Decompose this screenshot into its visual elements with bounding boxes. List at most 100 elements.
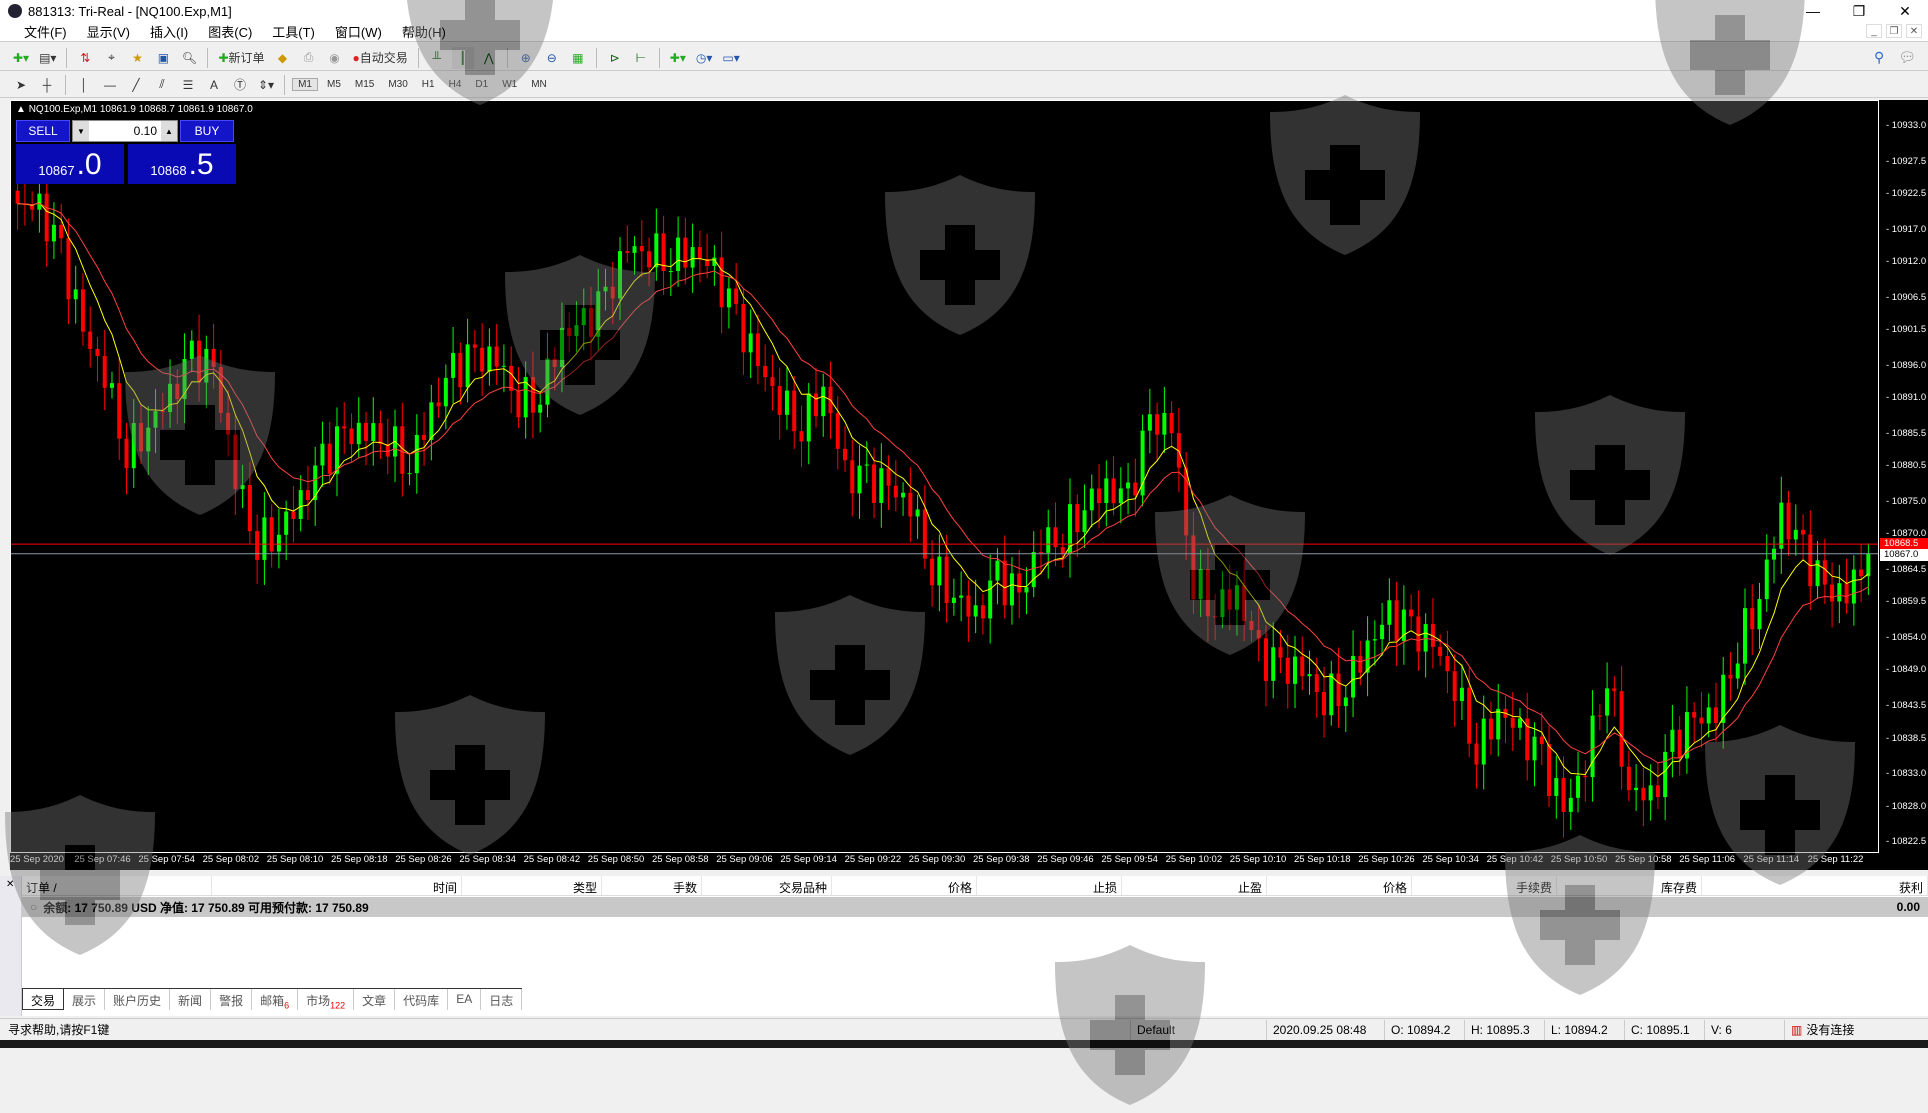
col-volume[interactable]: 手数 xyxy=(602,876,702,895)
signals-icon[interactable]: ◉ xyxy=(324,47,346,69)
tab-account-history[interactable]: 账户历史 xyxy=(105,989,171,1010)
restore-button[interactable]: ❐ xyxy=(1836,0,1882,22)
col-commission[interactable]: 手续费 xyxy=(1412,876,1557,895)
menu-insert[interactable]: 插入(I) xyxy=(140,22,198,41)
tile-windows-icon[interactable]: ▦ xyxy=(567,47,589,69)
timeframe-h1[interactable]: H1 xyxy=(417,79,440,90)
tab-journal[interactable]: 日志 xyxy=(481,989,523,1010)
indicators-icon[interactable]: ✚▾ xyxy=(667,47,689,69)
cursor-icon[interactable]: ➤ xyxy=(10,74,32,96)
timeframe-h4[interactable]: H4 xyxy=(444,79,467,90)
menu-help[interactable]: 帮助(H) xyxy=(392,22,456,41)
sell-price-box[interactable]: 10867.0 xyxy=(16,144,124,184)
col-profit[interactable]: 获利 xyxy=(1702,876,1928,895)
buy-price-box[interactable]: 10868.5 xyxy=(128,144,236,184)
crosshair-icon[interactable]: ┼ xyxy=(36,74,58,96)
tab-news[interactable]: 新闻 xyxy=(170,989,212,1010)
col-take-profit[interactable]: 止盈 xyxy=(1122,876,1267,895)
child-minimize-button[interactable]: _ xyxy=(1866,24,1882,38)
search-icon[interactable]: ⚲ xyxy=(1874,49,1884,66)
tab-trade[interactable]: 交易 xyxy=(22,989,65,1010)
col-order[interactable]: 订单 / xyxy=(22,876,212,895)
templates-icon[interactable]: ▭▾ xyxy=(719,47,742,69)
chat-icon[interactable]: 💬︎ xyxy=(1898,49,1916,66)
candle-body xyxy=(472,344,477,348)
timeframe-w1[interactable]: W1 xyxy=(497,79,522,90)
candle-body xyxy=(770,377,775,387)
text-icon[interactable]: A xyxy=(203,74,225,96)
timeframe-d1[interactable]: D1 xyxy=(470,79,493,90)
data-window-icon[interactable]: ⌖ xyxy=(100,47,122,69)
line-chart-icon[interactable]: ⋀ xyxy=(478,47,500,69)
menu-tools[interactable]: 工具(T) xyxy=(262,22,325,41)
price-chart[interactable]: ▲ NQ100.Exp,M1 10861.9 10868.7 10861.9 1… xyxy=(10,100,1928,870)
auto-scroll-icon[interactable]: ⊳ xyxy=(604,47,626,69)
arrows-icon[interactable]: ⇕▾ xyxy=(255,74,277,96)
candle-body xyxy=(1293,656,1297,684)
col-type[interactable]: 类型 xyxy=(462,876,602,895)
col-price[interactable]: 价格 xyxy=(832,876,977,895)
equidistant-channel-icon[interactable]: ⫽ xyxy=(151,74,173,96)
print-icon[interactable]: ⎙ xyxy=(298,47,320,69)
child-restore-button[interactable]: ❐ xyxy=(1886,24,1902,38)
lot-decrease-icon[interactable]: ▼ xyxy=(73,121,89,141)
connection-status[interactable]: ▥ 没有连接 xyxy=(1784,1019,1924,1040)
text-label-icon[interactable]: Ⓣ xyxy=(229,74,251,96)
auto-trading-button[interactable]: ● 自动交易 xyxy=(350,47,411,69)
price-tick-label: - 10880.5 xyxy=(1886,460,1927,472)
candlestick-chart-icon[interactable]: ┃ xyxy=(451,46,474,69)
col-time[interactable]: 时间 xyxy=(212,876,462,895)
vertical-line-icon[interactable]: │ xyxy=(73,74,95,96)
new-chart-icon[interactable]: ✚▾ xyxy=(10,47,32,69)
market-watch-icon[interactable]: ⇅ xyxy=(74,47,96,69)
menu-view[interactable]: 显示(V) xyxy=(77,22,140,41)
candle-body xyxy=(1801,529,1806,535)
lot-increase-icon[interactable]: ▲ xyxy=(161,121,177,141)
minimize-button[interactable]: — xyxy=(1790,0,1836,22)
horizontal-line-icon[interactable]: — xyxy=(99,74,121,96)
terminal-close-icon[interactable]: ✕ xyxy=(0,879,14,890)
tab-exposure[interactable]: 展示 xyxy=(64,989,106,1010)
terminal-icon[interactable]: ▣ xyxy=(152,47,174,69)
chart-shift-icon[interactable]: ⊢ xyxy=(630,47,652,69)
tab-alerts[interactable]: 警报 xyxy=(211,989,253,1010)
metaeditor-icon[interactable]: ◆ xyxy=(272,47,294,69)
status-profile[interactable]: Default xyxy=(1130,1019,1270,1040)
buy-button[interactable]: BUY xyxy=(180,120,234,142)
profiles-icon[interactable]: ▤▾ xyxy=(36,47,59,69)
child-close-button[interactable]: ✕ xyxy=(1906,24,1922,38)
menu-file[interactable]: 文件(F) xyxy=(14,22,77,41)
fibonacci-icon[interactable]: ☰ xyxy=(177,74,199,96)
col-current-price[interactable]: 价格 xyxy=(1267,876,1412,895)
tab-market[interactable]: 市场122 xyxy=(298,989,355,1010)
tab-experts[interactable]: EA xyxy=(448,989,482,1010)
timeframe-m30[interactable]: M30 xyxy=(383,79,412,90)
col-stop-loss[interactable]: 止损 xyxy=(977,876,1122,895)
periods-icon[interactable]: ◷▾ xyxy=(693,47,716,69)
tab-mailbox[interactable]: 邮箱6 xyxy=(252,989,299,1010)
zoom-out-icon[interactable]: ⊖ xyxy=(541,47,563,69)
timeframe-m5[interactable]: M5 xyxy=(322,79,346,90)
menu-window[interactable]: 窗口(W) xyxy=(325,22,392,41)
close-button[interactable]: ✕ xyxy=(1882,0,1928,22)
timeframe-mn[interactable]: MN xyxy=(526,79,552,90)
lot-size-input[interactable]: ▼ 0.10 ▲ xyxy=(72,120,178,142)
bar-chart-icon[interactable]: ╨ xyxy=(426,47,448,69)
timeframe-m1[interactable]: M1 xyxy=(292,78,318,91)
candle-body xyxy=(1358,655,1363,673)
timeframe-m15[interactable]: M15 xyxy=(350,79,379,90)
navigator-icon[interactable]: ★ xyxy=(126,47,148,69)
zoom-in-icon[interactable]: ⊕ xyxy=(515,47,537,69)
tab-code-base[interactable]: 代码库 xyxy=(395,989,449,1010)
candle-body xyxy=(1757,599,1762,630)
candle-body xyxy=(305,490,310,501)
new-order-button[interactable]: ✚ 新订单 xyxy=(215,47,267,69)
sell-button[interactable]: SELL xyxy=(16,120,70,142)
strategy-tester-icon[interactable]: 🔍︎ xyxy=(178,47,200,69)
tab-articles[interactable]: 文章 xyxy=(354,989,396,1010)
col-symbol[interactable]: 交易品种 xyxy=(702,876,832,895)
col-swap[interactable]: 库存费 xyxy=(1557,876,1702,895)
trendline-icon[interactable]: ╱ xyxy=(125,74,147,96)
menu-charts[interactable]: 图表(C) xyxy=(198,22,262,41)
lot-value[interactable]: 0.10 xyxy=(89,124,161,138)
